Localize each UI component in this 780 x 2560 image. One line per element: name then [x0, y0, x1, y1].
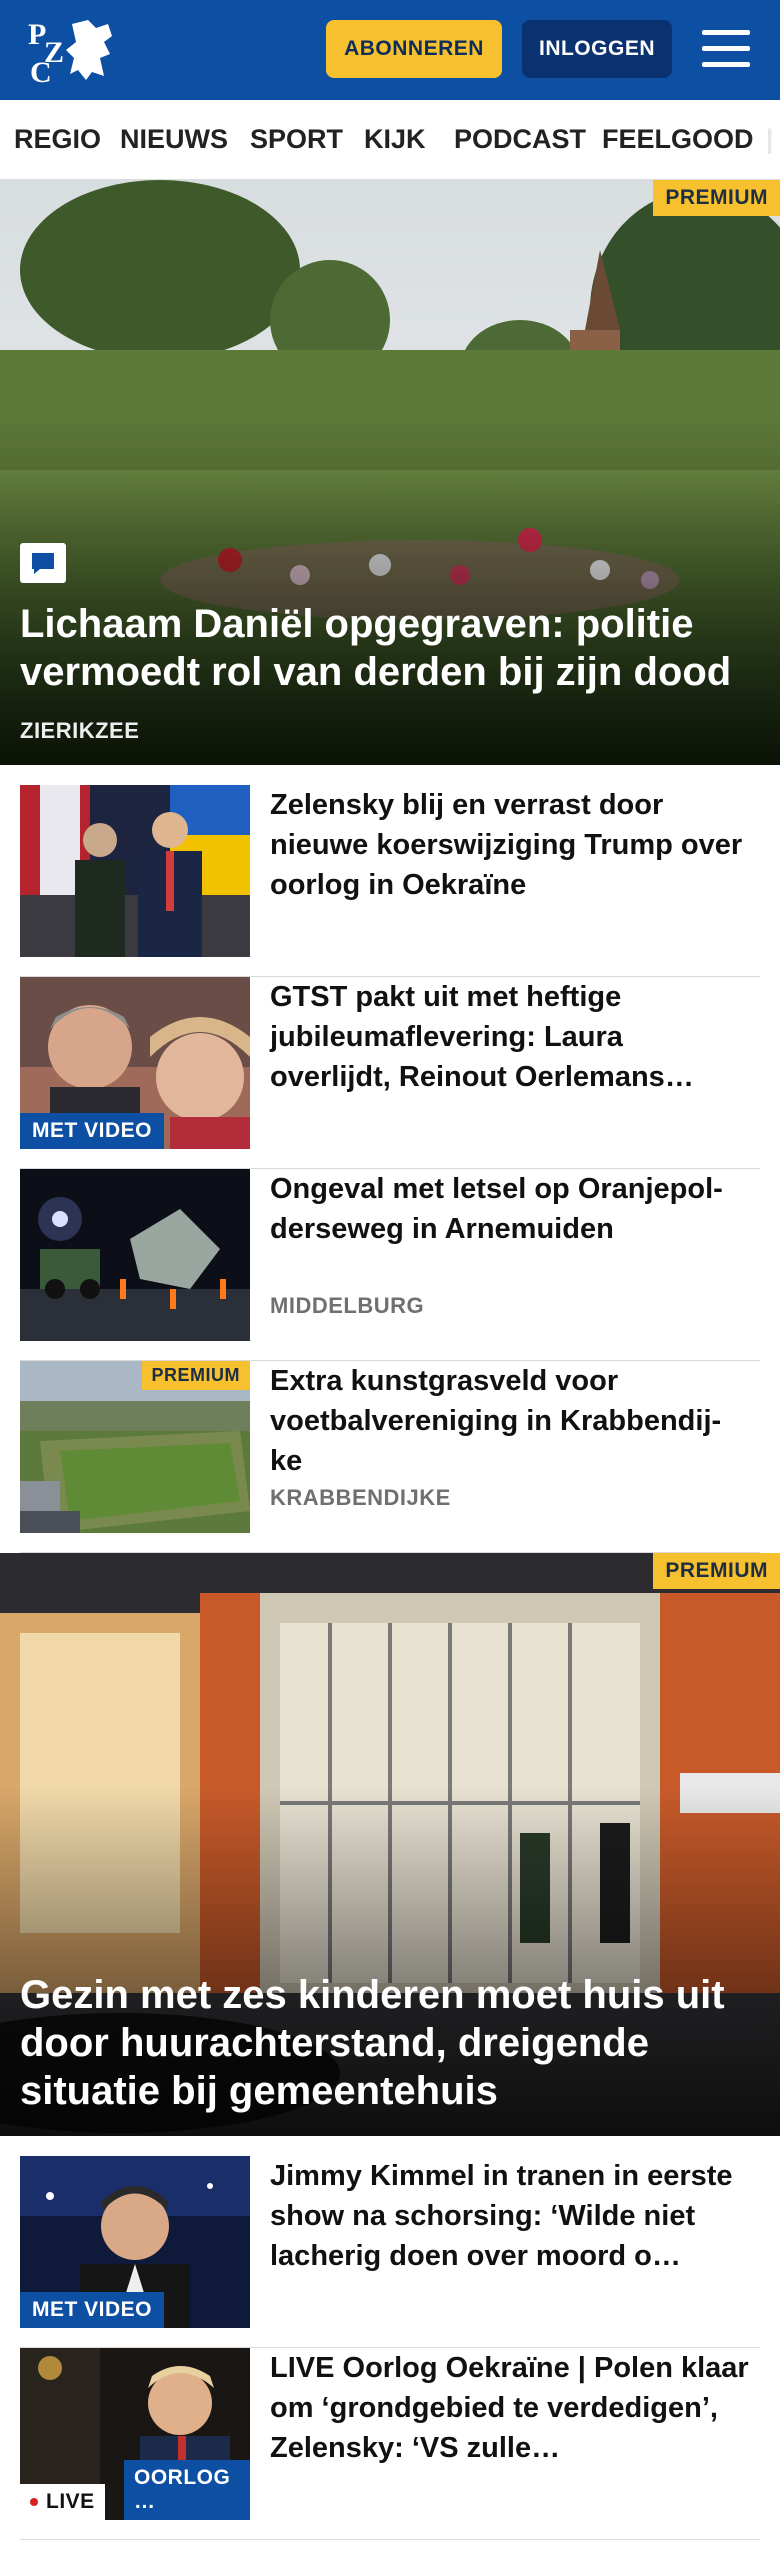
- article-title[interactable]: Jimmy Kimmel in tranen in eerste show na…: [270, 2156, 750, 2276]
- live-badge: LIVE: [20, 2484, 105, 2520]
- video-badge: MET VIDEO: [20, 1113, 165, 1149]
- article-thumbnail: PREMIUM: [20, 1361, 250, 1533]
- list-item[interactable]: Ongeval met letsel op Oranjepol-derseweg…: [20, 1169, 760, 1361]
- nav-item-feelgood[interactable]: FEELGOOD: [602, 124, 754, 155]
- nav-item-nieuws[interactable]: NIEUWS: [120, 124, 228, 155]
- nav-item-kijk[interactable]: KIJK: [364, 124, 426, 155]
- hero-article-1[interactable]: PREMIUM Lichaam Daniël opgegraven: polit…: [0, 180, 780, 765]
- nav-item-sport[interactable]: SPORT: [250, 124, 343, 155]
- article-thumbnail: MET VIDEO: [20, 977, 250, 1149]
- hero-article-2[interactable]: PREMIUM Gezin met zes kinderen moet huis…: [0, 1553, 780, 2136]
- video-badge: MET VIDEO: [20, 2292, 165, 2328]
- svg-text:C: C: [30, 56, 52, 86]
- list-item[interactable]: MET VIDEO Jimmy Kimmel in tranen in eers…: [20, 2156, 760, 2348]
- live-label: LIVE: [46, 2490, 95, 2513]
- premium-badge: PREMIUM: [653, 180, 780, 216]
- list-item[interactable]: Zelensky blij en verrast door nieuwe koe…: [20, 785, 760, 977]
- article-title[interactable]: GTST pakt uit met heftige jubileumafleve…: [270, 977, 750, 1097]
- article-title[interactable]: LIVE Oorlog Oekraïne | Polen klaar om ‘g…: [270, 2348, 750, 2468]
- hero-gradient: [0, 414, 780, 765]
- article-title[interactable]: Zelensky blij en verrast door nieuwe koe…: [270, 785, 750, 905]
- article-thumbnail: MET VIDEO: [20, 2156, 250, 2328]
- site-header: P Z C ABONNEREN INLOGGEN: [0, 0, 780, 100]
- hero-title[interactable]: Gezin met zes kinderen moet huis uit doo…: [20, 1971, 760, 2115]
- article-thumbnail: [20, 1169, 250, 1341]
- list-item[interactable]: LIVE OORLOG … LIVE Oorlog Oekraïne | Pol…: [20, 2348, 760, 2540]
- article-location: MIDDELBURG: [270, 1293, 425, 1318]
- premium-badge: PREMIUM: [141, 1361, 250, 1390]
- hero-title[interactable]: Lichaam Daniël opgegraven: politie vermo…: [20, 600, 760, 696]
- hero-location: ZIERIKZEE: [20, 718, 140, 743]
- hamburger-menu-icon[interactable]: [698, 24, 754, 74]
- list-item[interactable]: MET VIDEO GTST pakt uit met heftige jubi…: [20, 977, 760, 1169]
- login-button[interactable]: INLOGGEN: [522, 20, 672, 78]
- article-thumbnail: LIVE OORLOG …: [20, 2348, 250, 2520]
- list-item[interactable]: PREMIUM Extra kunstgrasveld voor voetbal…: [20, 1361, 760, 1553]
- article-thumbnail: [20, 785, 250, 957]
- subscribe-button[interactable]: ABONNEREN: [326, 20, 502, 78]
- section-nav: REGIO NIEUWS SPORT KIJK PODCAST FEELGOOD…: [0, 100, 780, 180]
- nav-item-podcast[interactable]: PODCAST: [454, 124, 586, 155]
- premium-badge: PREMIUM: [653, 1553, 780, 1589]
- article-title[interactable]: Ongeval met letsel op Oranjepol-derseweg…: [270, 1169, 750, 1249]
- pzc-logo[interactable]: P Z C: [26, 14, 118, 89]
- comment-icon: [20, 543, 66, 583]
- nav-item-regio[interactable]: REGIO: [14, 124, 101, 155]
- article-location: KRABBENDIJKE: [270, 1485, 451, 1510]
- nav-fade: [750, 100, 780, 179]
- live-dot-icon: [30, 2498, 38, 2507]
- topic-badge[interactable]: OORLOG …: [124, 2460, 250, 2520]
- article-title[interactable]: Extra kunstgrasveld voor voetbalverenigi…: [270, 1361, 750, 1481]
